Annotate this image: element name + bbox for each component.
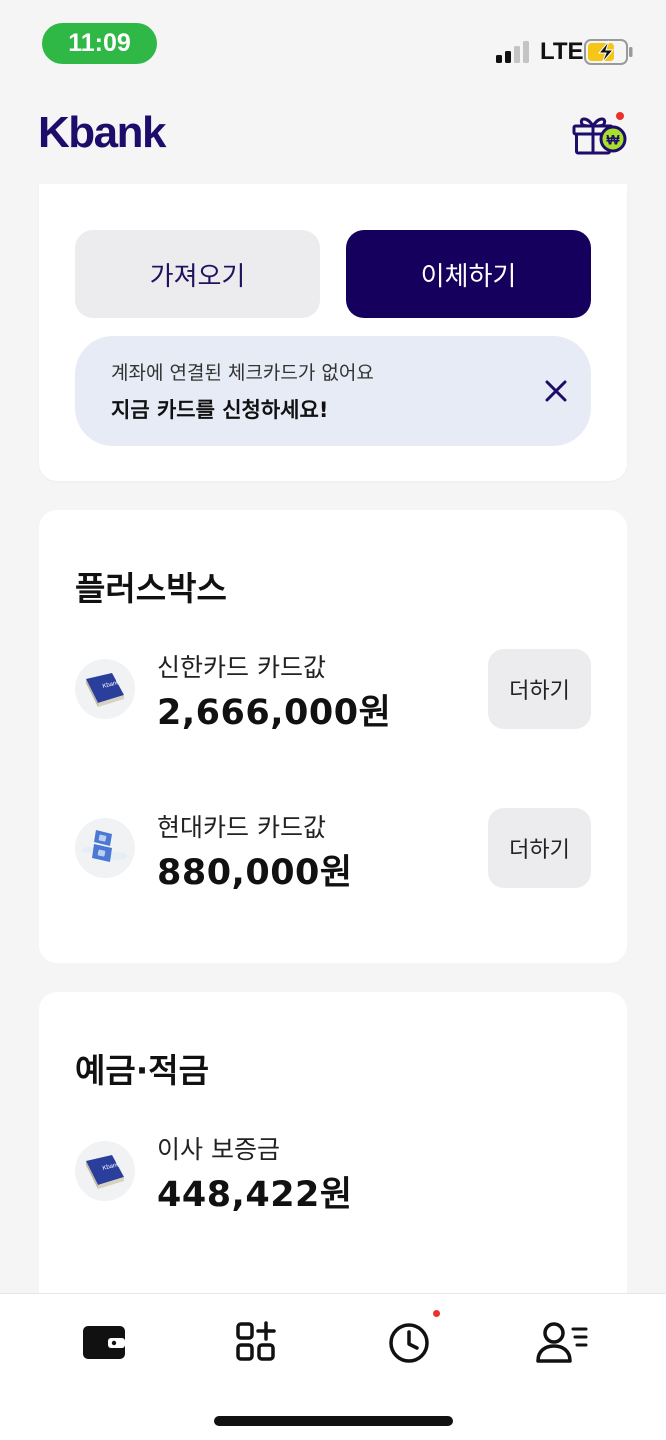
card-book-icon: Kbank: [75, 659, 135, 719]
notification-dot: [433, 1310, 440, 1317]
money-stack-icon: [75, 818, 135, 878]
fetch-button[interactable]: 가져오기: [75, 230, 320, 318]
battery-charging-icon: [584, 39, 633, 65]
deposits-title: 예금·적금: [75, 1051, 209, 1090]
status-bar: 11:09 LTE: [0, 0, 666, 90]
add-button[interactable]: 더하기: [488, 808, 591, 888]
history-clock-icon: [389, 1323, 429, 1363]
home-indicator: [214, 1416, 453, 1426]
nav-profile[interactable]: [534, 1314, 590, 1370]
close-icon[interactable]: [542, 377, 570, 405]
plus-item-amount: 880,000원: [157, 853, 353, 893]
profile-menu-icon: [536, 1322, 588, 1363]
plus-box-title: 플러스박스: [75, 569, 227, 608]
gift-reward-icon[interactable]: ₩: [570, 110, 630, 158]
wallet-icon: [83, 1326, 125, 1359]
check-card-notice[interactable]: 계좌에 연결된 체크카드가 없어요 지금 카드를 신청하세요!: [75, 336, 591, 446]
plus-item-label: 신한카드 카드값: [157, 653, 326, 682]
nav-wallet[interactable]: [76, 1314, 132, 1370]
notice-subtitle: 계좌에 연결된 체크카드가 없어요: [111, 362, 374, 384]
network-type: LTE: [540, 38, 584, 65]
status-time: 11:09: [42, 23, 157, 64]
deposits-card: 예금·적금 Kbank 이사 보증금 448,422원: [39, 992, 627, 1322]
kbank-logo[interactable]: Kbank: [38, 108, 166, 158]
app-header: Kbank ₩: [0, 90, 666, 185]
cellular-signal-icon: [496, 41, 529, 63]
add-button[interactable]: 더하기: [488, 649, 591, 729]
plus-item-amount: 2,666,000원: [157, 693, 392, 733]
plus-item-label: 현대카드 카드값: [157, 813, 326, 842]
svg-text:₩: ₩: [606, 132, 620, 148]
account-card: 가져오기 이체하기 계좌에 연결된 체크카드가 없어요 지금 카드를 신청하세요…: [39, 184, 627, 481]
deposit-item-label: 이사 보증금: [157, 1135, 280, 1164]
nav-history[interactable]: [381, 1310, 440, 1370]
plus-box-card: 플러스박스 Kbank 신한카드 카드값 2,666,000원 더하기 현대카드…: [39, 510, 627, 963]
card-book-icon: Kbank: [75, 1141, 135, 1201]
transfer-button[interactable]: 이체하기: [346, 230, 591, 318]
deposit-item-amount: 448,422원: [157, 1175, 353, 1215]
apps-add-icon: [236, 1321, 276, 1361]
nav-apps[interactable]: [228, 1314, 284, 1370]
notice-title: 지금 카드를 신청하세요!: [111, 398, 329, 422]
